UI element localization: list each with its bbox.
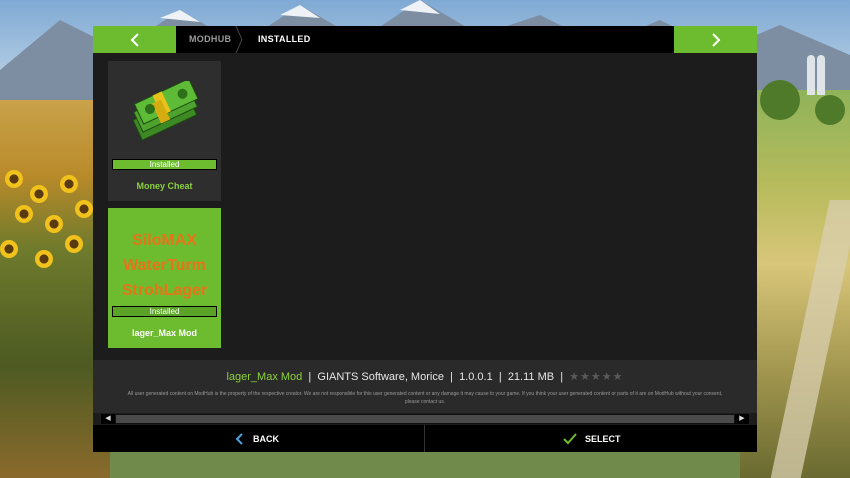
chevron-right-icon bbox=[711, 32, 720, 47]
mod-title: Money Cheat bbox=[136, 181, 193, 191]
mod-card-lager-max[interactable]: SiloMAX WaterTurm StrohLager Installed l… bbox=[108, 208, 221, 348]
back-button[interactable]: BACK bbox=[235, 425, 279, 452]
rating-stars: ★★★★★ bbox=[569, 371, 624, 383]
divider bbox=[424, 425, 425, 452]
scroll-right-icon[interactable]: ▶ bbox=[735, 414, 749, 424]
previous-page-button[interactable] bbox=[93, 26, 176, 53]
sunflower bbox=[65, 235, 83, 253]
tree bbox=[815, 95, 845, 125]
preview-line: SiloMAX bbox=[132, 232, 197, 249]
sunflower bbox=[60, 175, 78, 193]
modhub-panel: MODHUB INSTALLED Installed Money Cheat S… bbox=[93, 26, 757, 452]
tree bbox=[760, 80, 800, 120]
mod-title: lager_Max Mod bbox=[131, 328, 198, 338]
info-separator: | bbox=[560, 371, 564, 383]
installed-badge: Installed bbox=[112, 306, 217, 317]
sunflower bbox=[5, 170, 23, 188]
installed-badge: Installed bbox=[112, 159, 217, 170]
info-separator: | bbox=[450, 371, 453, 383]
preview-line: WaterTurm bbox=[123, 257, 206, 274]
scroll-left-icon[interactable]: ◀ bbox=[101, 414, 115, 424]
select-button[interactable]: SELECT bbox=[563, 425, 621, 452]
preview-line: StrohLager bbox=[121, 282, 208, 299]
info-version: 1.0.0.1 bbox=[459, 371, 493, 383]
top-bar: MODHUB INSTALLED bbox=[93, 26, 757, 53]
info-author: GIANTS Software, Morice bbox=[317, 371, 444, 383]
mod-info-bar: lager_Max Mod | GIANTS Software, Morice … bbox=[93, 360, 757, 413]
breadcrumb-installed: INSTALLED bbox=[258, 34, 311, 44]
chevron-left-icon bbox=[130, 32, 139, 47]
mod-card-money-cheat[interactable]: Installed Money Cheat bbox=[108, 61, 221, 201]
breadcrumb-separator-icon bbox=[235, 26, 243, 53]
horizontal-scrollbar[interactable]: ◀ ▶ bbox=[101, 414, 749, 424]
checkmark-icon bbox=[563, 432, 577, 444]
sunflower bbox=[15, 205, 33, 223]
sunflower bbox=[45, 215, 63, 233]
bottom-bar: BACK SELECT bbox=[93, 425, 757, 452]
select-label: SELECT bbox=[585, 433, 621, 444]
breadcrumb-modhub[interactable]: MODHUB bbox=[189, 26, 231, 53]
silo bbox=[807, 55, 815, 95]
silo bbox=[817, 55, 825, 95]
info-size: 21.11 MB bbox=[507, 371, 555, 383]
info-separator: | bbox=[308, 371, 312, 383]
sunflower bbox=[0, 240, 18, 258]
info-mod-name: lager_Max Mod bbox=[226, 371, 303, 383]
info-separator: | bbox=[498, 371, 502, 383]
sunflower bbox=[30, 185, 48, 203]
sunflower bbox=[35, 250, 53, 268]
mod-info-line: lager_Max Mod | GIANTS Software, Morice … bbox=[93, 370, 757, 383]
mod-preview-text: SiloMAX WaterTurm StrohLager bbox=[108, 228, 221, 303]
chevron-left-icon bbox=[235, 432, 243, 445]
next-page-button[interactable] bbox=[674, 26, 757, 53]
money-stack-icon bbox=[132, 81, 199, 141]
disclaimer-text: All user generated content on ModHub is … bbox=[127, 391, 723, 405]
scrollbar-thumb[interactable] bbox=[116, 415, 734, 423]
back-label: BACK bbox=[253, 433, 279, 444]
sunflower bbox=[75, 200, 93, 218]
